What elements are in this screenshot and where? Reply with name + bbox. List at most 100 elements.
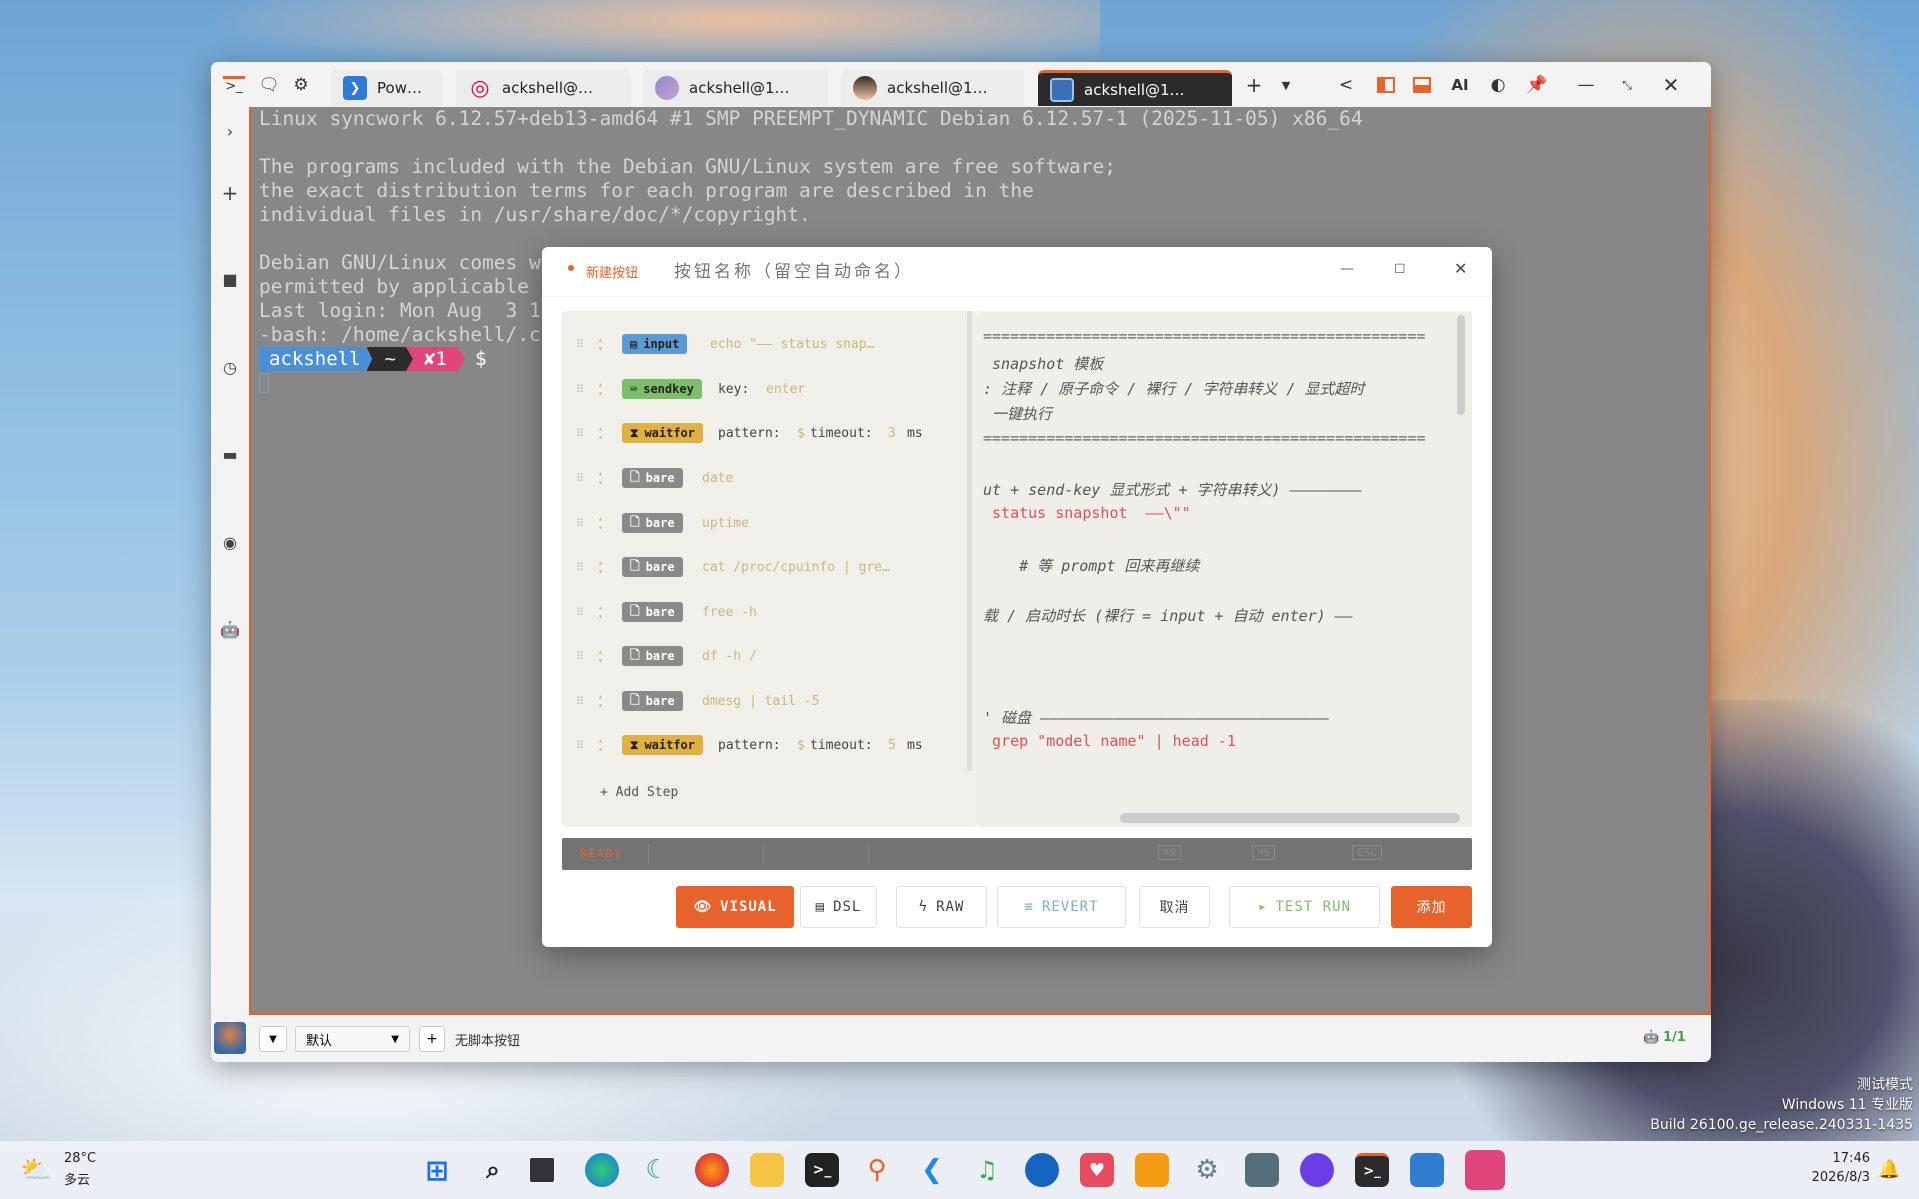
weather-icon[interactable]: ⛅ — [20, 1155, 52, 1185]
stop-icon[interactable]: ■ — [218, 267, 242, 291]
drag-handle-icon[interactable]: ⠿ — [576, 561, 584, 574]
add-icon[interactable]: + — [218, 181, 242, 205]
drag-handle-icon[interactable]: ⠿ — [576, 338, 584, 351]
app-wave-icon[interactable]: ☾ — [640, 1153, 674, 1187]
collapse-left-icon[interactable]: < — [1333, 72, 1359, 98]
drag-handle-icon[interactable]: ⠿ — [576, 739, 584, 752]
music-icon[interactable]: ♫ — [970, 1153, 1004, 1187]
tab-ackshell-debian[interactable]: ◎ ackshell@… — [456, 70, 631, 106]
task-view-icon[interactable] — [530, 1158, 554, 1182]
step-row[interactable]: ⠿ ▴ ▾ 🗋 bare cat /proc/cpuinfo | gre… — [562, 545, 967, 589]
reorder-arrows-icon[interactable]: ▴ ▾ — [598, 514, 603, 532]
step-row[interactable]: ⠿ ▴ ▾ 🗋 bare df -h / — [562, 634, 967, 678]
step-timeout-value[interactable]: 3 — [888, 426, 896, 441]
reorder-arrows-icon[interactable]: ▴ ▾ — [598, 647, 603, 665]
search-icon[interactable]: ⌕ — [476, 1153, 510, 1187]
chat-icon[interactable]: 🗨 — [256, 72, 282, 98]
record-icon[interactable]: ◉ — [218, 530, 242, 554]
step-type-badge[interactable]: 🗋 bare — [622, 557, 683, 577]
start-icon[interactable]: ⊞ — [420, 1153, 454, 1187]
search-tool-icon[interactable]: ⚲ — [860, 1153, 894, 1187]
active-app-icon[interactable] — [1465, 1150, 1505, 1190]
step-key-value[interactable]: enter — [766, 382, 805, 397]
ai-button[interactable]: AI — [1447, 72, 1473, 98]
reorder-arrows-icon[interactable]: ▴ ▾ — [598, 469, 603, 487]
visual-mode-button[interactable]: 👁 VISUAL — [676, 886, 794, 928]
code-vertical-scrollbar[interactable] — [1457, 315, 1465, 415]
minimize-icon[interactable]: — — [1340, 261, 1354, 277]
step-type-badge[interactable]: ⧗ waitfor — [622, 735, 704, 755]
profile-select[interactable]: 默认 ▼ — [295, 1026, 410, 1052]
step-row[interactable]: ⠿ ▴ ▾ 🗋 bare uptime — [562, 501, 967, 545]
terminal-app-icon[interactable]: >_ — [221, 72, 247, 98]
theme-toggle-icon[interactable]: ◐ — [1485, 72, 1511, 98]
reorder-arrows-icon[interactable]: ▴ ▾ — [598, 380, 603, 398]
steps-scrollbar[interactable] — [967, 311, 972, 771]
clock-time[interactable]: 17:46 — [1830, 1151, 1870, 1166]
tab-ackshell-2[interactable]: ackshell@1… — [643, 70, 828, 106]
step-row[interactable]: ⠿ ▴ ▾ ⧗ waitfor pattern: $ timeout: 3 ms — [562, 411, 967, 455]
reorder-arrows-icon[interactable]: ▴ ▾ — [598, 692, 603, 710]
tab-dropdown-icon[interactable]: ▼ — [1273, 72, 1299, 98]
folder-icon[interactable]: ▬ — [218, 442, 242, 466]
photos-icon[interactable] — [1410, 1153, 1444, 1187]
gear-icon[interactable]: ⚙ — [288, 72, 314, 98]
step-row[interactable]: ⠿ ▴ ▾ ⌨ sendkey key: enter — [562, 367, 967, 411]
split-left-icon[interactable] — [1373, 72, 1399, 98]
reorder-arrows-icon[interactable]: ▴ ▾ — [598, 736, 603, 754]
reorder-arrows-icon[interactable]: ▴ ▾ — [598, 603, 603, 621]
firefox-icon[interactable] — [695, 1153, 729, 1187]
step-row[interactable]: ⠿ ▴ ▾ 🗋 bare date — [562, 456, 967, 500]
file-explorer-icon[interactable] — [750, 1153, 784, 1187]
add-button[interactable]: 添加 — [1391, 886, 1472, 928]
ackshell-taskbar-icon[interactable]: >_ — [1355, 1153, 1389, 1187]
settings-icon[interactable]: ⚙ — [1190, 1153, 1224, 1187]
vscode-icon[interactable]: ❮ — [915, 1153, 949, 1187]
step-pattern-value[interactable]: $ — [797, 738, 805, 753]
close-icon[interactable]: ✕ — [1658, 72, 1684, 98]
drag-handle-icon[interactable]: ⠿ — [576, 472, 584, 485]
chevron-right-icon[interactable]: › — [218, 119, 242, 143]
weather-temp[interactable]: 28°C — [64, 1151, 96, 1166]
tab-ackshell-3[interactable]: ackshell@1… — [841, 70, 1024, 106]
step-pattern-value[interactable]: $ — [797, 426, 805, 441]
minimize-icon[interactable]: — — [1573, 72, 1599, 98]
step-row[interactable]: ⠿ ▴ ▾ 🗋 bare free -h — [562, 590, 967, 634]
step-timeout-value[interactable]: 5 — [888, 738, 896, 753]
tab-powershell[interactable]: ❯ Pow… — [331, 70, 443, 106]
reorder-arrows-icon[interactable]: ▴ ▾ — [598, 335, 603, 353]
drag-handle-icon[interactable]: ⠿ — [576, 695, 584, 708]
cancel-button[interactable]: 取消 — [1139, 886, 1210, 928]
restore-icon[interactable]: ⤡ — [1614, 72, 1640, 98]
test-run-button[interactable]: ▸ TEST RUN — [1229, 886, 1380, 928]
step-type-badge[interactable]: 🗋 bare — [622, 513, 683, 533]
step-type-badge[interactable]: ⌨ sendkey — [622, 379, 702, 399]
step-type-badge[interactable]: 🗋 bare — [622, 602, 683, 622]
add-script-button[interactable]: + — [419, 1026, 445, 1052]
step-row[interactable]: ⠿ ▴ ▾ 🗋 bare dmesg | tail -5 — [562, 679, 967, 723]
new-tab-button[interactable]: + — [1241, 72, 1267, 98]
terminal-taskbar-icon[interactable]: >_ — [805, 1153, 839, 1187]
raw-mode-button[interactable]: ϟ RAW — [896, 886, 987, 928]
profile-avatar[interactable] — [214, 1022, 246, 1054]
dsl-code-preview[interactable]: ========================================… — [977, 311, 1472, 827]
split-bottom-icon[interactable] — [1409, 72, 1435, 98]
android-icon[interactable]: 🤖 — [218, 617, 242, 641]
step-type-badge[interactable]: ⧗ waitfor — [622, 423, 704, 443]
step-type-badge[interactable]: 🗋 bare — [622, 691, 683, 711]
close-icon[interactable]: ✕ — [1454, 259, 1467, 278]
reorder-arrows-icon[interactable]: ▴ ▾ — [598, 558, 603, 576]
pin-icon[interactable]: 📌 — [1524, 72, 1550, 98]
drag-handle-icon[interactable]: ⠿ — [576, 427, 584, 440]
notification-icon[interactable]: 🔔 — [1878, 1159, 1900, 1180]
maximize-icon[interactable]: ◻ — [1394, 260, 1406, 276]
shield-icon[interactable] — [1025, 1153, 1059, 1187]
network-tool-icon[interactable] — [1245, 1153, 1279, 1187]
step-type-badge[interactable]: ▤ input — [622, 334, 688, 354]
history-clock-icon[interactable]: ◷ — [218, 355, 242, 379]
drag-handle-icon[interactable]: ⠿ — [576, 606, 584, 619]
cat-app-icon[interactable] — [1300, 1153, 1334, 1187]
dsl-mode-button[interactable]: ▤ DSL — [800, 886, 877, 928]
add-step-button[interactable]: + Add Step — [592, 781, 686, 804]
step-row[interactable]: ⠿ ▴ ▾ ⧗ waitfor pattern: $ timeout: 5 ms — [562, 723, 967, 767]
